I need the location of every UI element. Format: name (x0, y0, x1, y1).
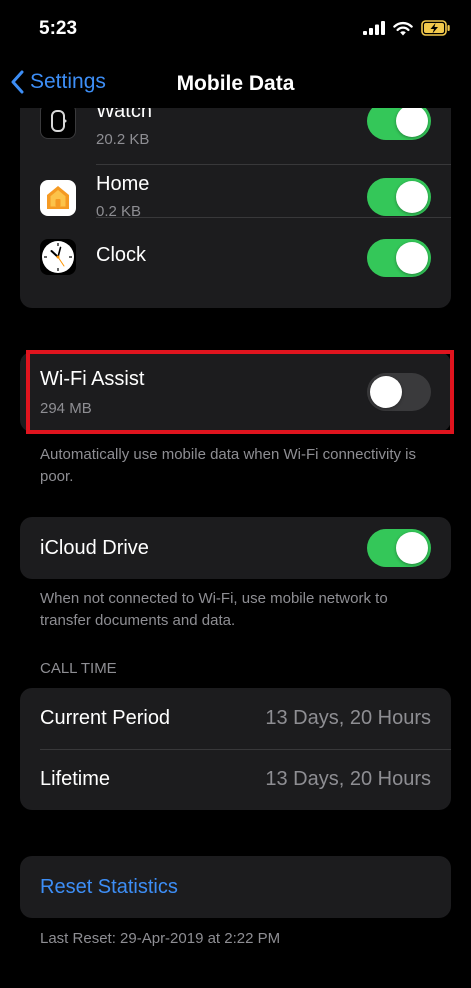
app-name: Clock (96, 244, 147, 266)
icloud-drive-group: iCloud Drive (20, 517, 451, 579)
last-reset-text: Last Reset: 29-Apr-2019 at 2:22 PM (40, 930, 281, 947)
cellular-signal-icon (363, 21, 385, 35)
navigation-bar: Settings Mobile Data (0, 60, 471, 108)
battery-charging-icon (421, 20, 450, 36)
call-time-group: Current Period 13 Days, 20 Hours Lifetim… (20, 688, 451, 810)
app-usage-group: Watch 20.2 KB Home 0.2 KB Clock (20, 108, 451, 308)
call-time-header: CALL TIME (40, 660, 117, 677)
settings-list[interactable]: Watch 20.2 KB Home 0.2 KB Clock Wi-Fi As… (0, 108, 471, 988)
app-row-clock: Clock (20, 218, 451, 308)
icloud-drive-footer: When not connected to Wi-Fi, use mobile … (40, 590, 388, 629)
app-usage: 20.2 KB (96, 131, 150, 148)
call-time-row-current: Current Period 13 Days, 20 Hours (20, 688, 451, 749)
watch-toggle[interactable] (367, 108, 431, 140)
highlight-box (26, 350, 454, 434)
wifi-assist-footer: Automatically use mobile data when Wi-Fi… (40, 446, 416, 485)
icloud-drive-toggle[interactable] (367, 529, 431, 567)
status-icons (363, 20, 451, 36)
call-time-label: Lifetime (40, 768, 111, 790)
wifi-icon (393, 21, 413, 35)
reset-group: Reset Statistics (20, 856, 451, 918)
app-name: Watch (96, 108, 152, 122)
clock-icon (40, 239, 76, 275)
watch-icon (40, 108, 76, 139)
app-row-watch: Watch 20.2 KB (20, 108, 451, 164)
home-icon (40, 180, 76, 216)
call-time-value: 13 Days, 20 Hours (265, 707, 431, 729)
call-time-label: Current Period (40, 707, 171, 729)
call-time-row-lifetime: Lifetime 13 Days, 20 Hours (20, 750, 451, 810)
call-time-value: 13 Days, 20 Hours (265, 768, 431, 790)
app-name: Home (96, 173, 150, 195)
reset-statistics-button[interactable]: Reset Statistics (40, 876, 178, 899)
icloud-drive-title: iCloud Drive (40, 537, 149, 559)
status-time: 5:23 (39, 18, 78, 39)
clock-toggle[interactable] (367, 239, 431, 277)
status-bar: 5:23 (0, 0, 471, 60)
page-title: Mobile Data (176, 72, 295, 95)
home-toggle[interactable] (367, 178, 431, 216)
